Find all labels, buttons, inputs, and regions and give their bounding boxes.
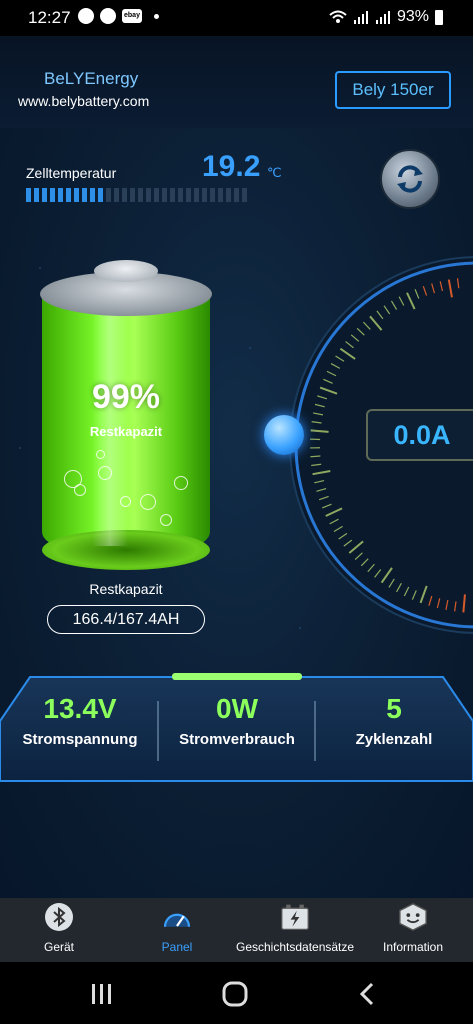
temperature-label: Zelltemperatur [26,165,117,181]
signal-icon-2 [375,11,390,24]
temperature-bar-segment [130,188,135,202]
temperature-bar-segment [202,188,207,202]
capacity-value: 166.4/167.4AH [47,605,205,634]
status-right: 93% [329,8,443,26]
temperature-bar-segment [138,188,143,202]
bubble [96,450,105,459]
gauge-slider-knob[interactable] [264,415,304,455]
bubble [140,494,156,510]
website-url: www.belybattery.com [18,93,150,109]
temperature-bar-segment [170,188,175,202]
status-notification-icons: ebay [78,8,159,24]
temperature-bar-segment [58,188,63,202]
ebay-icon: ebay [122,9,142,23]
tab-label: Geschichtsdatensätze [236,940,355,954]
stats-panel: 13.4V Stromspannung 0W Stromverbrauch 5 … [0,673,473,785]
status-time: 12:27 [28,8,71,27]
tab-information[interactable]: Information [354,902,472,954]
wifi-icon [329,10,347,23]
tab-label: Gerät [43,940,74,954]
battery-percent: 93% [396,8,429,25]
temperature-bar-segment [66,188,71,202]
temperature-bar-segment [98,188,103,202]
brand-name: BeLYEnergy [44,69,139,88]
temperature-bar-segment [146,188,151,202]
bottom-tab-bar: Gerät Panel Geschichtsdatensätze Informa… [0,898,473,962]
temperature-bar-segment [42,188,47,202]
tab-label: Information [382,940,444,954]
recent-apps-button[interactable] [82,980,122,1008]
system-nav-bar [0,962,473,1024]
temperature-bar-segment [186,188,191,202]
bubble [120,496,131,507]
refresh-icon [397,165,423,193]
temperature-bar [26,188,247,202]
power-label: Stromverbrauch [179,731,295,748]
temperature-bar-segment [178,188,183,202]
notification-icon [78,8,94,24]
capacity-label: Restkapazit [89,581,163,597]
battery-percent-label: 99% [91,378,161,416]
smiley-icon [398,902,428,932]
signal-icon [353,11,368,24]
tab-panel[interactable]: Panel [118,902,236,954]
battery-history-icon [280,902,310,932]
temperature-bar-segment [210,188,215,202]
bubble [160,514,172,526]
home-icon [222,981,248,1007]
temperature-bar-segment [26,188,31,202]
bubble [74,484,86,496]
home-button[interactable] [215,980,255,1008]
battery-graphic: 99% Restkapazit [40,260,212,570]
temperature-bar-segment [82,188,87,202]
temperature-bar-segment [34,188,39,202]
temperature-bar-segment [234,188,239,202]
temperature-bar-segment [218,188,223,202]
temperature-bar-segment [74,188,79,202]
recent-apps-icon [92,984,111,1004]
status-bar: 12:27 ebay 93% [0,0,473,36]
tab-label: Panel [161,940,193,954]
power-value: 0W [216,693,258,724]
device-select-button[interactable]: Bely 150er [335,71,451,109]
temperature-bar-segment [226,188,231,202]
cycles-value: 5 [386,693,402,724]
dashboard-panel: Zelltemperatur 19.2 ℃ 99% Restkapazit Re… [0,128,473,898]
download-icon [100,8,116,24]
battery-status-icon [435,9,443,25]
gauge-tick [310,455,321,458]
dot-icon [154,13,159,19]
temperature-bar-segment [106,188,111,202]
temperature-bar-segment [154,188,159,202]
stat-power: 0W Stromverbrauch [162,693,312,748]
tab-geraet[interactable]: Gerät [0,902,118,954]
back-button[interactable] [347,980,387,1008]
battery-terminal [94,260,158,282]
bubble [98,466,112,480]
voltage-label: Stromspannung [22,731,138,748]
speedometer-icon [162,902,192,932]
temperature-bar-segment [114,188,119,202]
temperature-unit: ℃ [267,165,282,180]
current-readout: 0.0A [366,409,473,461]
temperature-bar-segment [194,188,199,202]
temperature-bar-segment [50,188,55,202]
battery-shine [92,296,128,546]
stat-voltage: 13.4V Stromspannung [5,693,155,748]
cycles-label: Zyklenzahl [355,731,433,748]
refresh-button[interactable] [380,149,440,209]
battery-sub-label: Restkapazit [89,424,163,439]
tab-history[interactable]: Geschichtsdatensätze [236,902,354,954]
temperature-bar-segment [122,188,127,202]
temperature-bar-segment [90,188,95,202]
temperature-value: 19.2 [202,150,261,183]
bluetooth-icon [44,902,74,932]
temperature-bar-segment [162,188,167,202]
voltage-value: 13.4V [43,693,117,724]
temperature-bar-segment [242,188,247,202]
bubble [174,476,188,490]
back-icon [359,982,374,1006]
app-header: BeLYEnergy www.belybattery.com Bely 150e… [0,36,473,128]
stat-cycles: 5 Zyklenzahl [319,693,469,748]
